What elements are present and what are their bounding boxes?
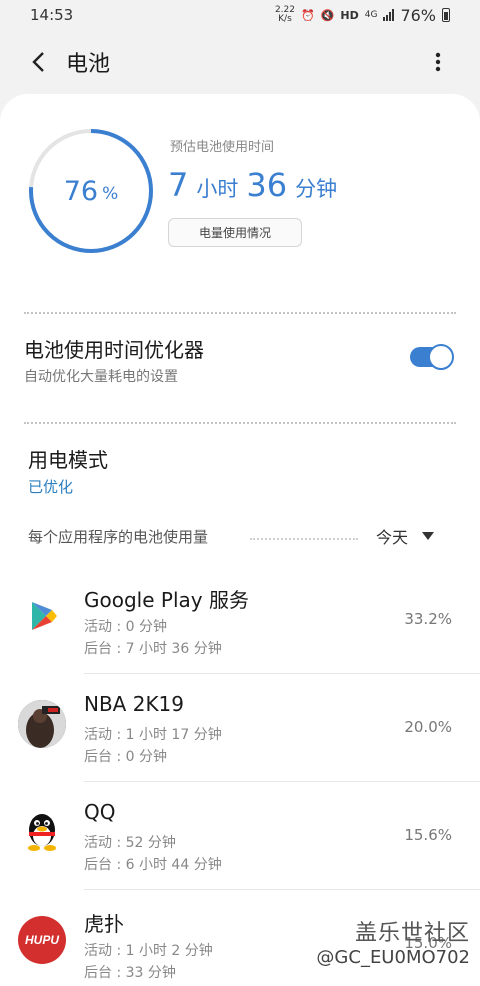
estimate-time: 7 小时 36 分钟: [168, 166, 337, 204]
app-active-time: 活动 : 52 分钟: [84, 835, 176, 851]
back-arrow-icon: [32, 52, 44, 72]
estimate-hours: 7: [168, 166, 189, 204]
hupu-icon-text: HUPU: [24, 933, 59, 947]
network-type: 4G: [364, 10, 378, 20]
status-bar: 14:53 2.22 K/s ⏰ 🔇 HD 4G 76%: [0, 0, 480, 30]
optimizer-title: 电池使用时间优化器: [24, 338, 204, 362]
app-bar: 电池: [0, 36, 480, 88]
watermark-brand: 盖乐世社区: [354, 921, 470, 946]
battery-percent-sign: %: [102, 184, 119, 204]
mute-icon: 🔇: [320, 8, 335, 22]
battery-ring: 76 %: [28, 128, 154, 254]
power-mode-row[interactable]: 用电模式 已优化: [0, 432, 480, 504]
status-time: 14:53: [30, 6, 74, 24]
more-options-button[interactable]: [418, 42, 458, 82]
app-background-time: 后台 : 33 分钟: [84, 965, 176, 981]
estimate-hours-unit: 小时: [196, 177, 239, 201]
app-background-time: 后台 : 7 小时 36 分钟: [84, 641, 222, 657]
battery-card: 76 % 预估电池使用时间 7 小时 36 分钟 电量使用情况 电池使用时间优化…: [0, 94, 480, 986]
app-name: 虎扑: [84, 912, 124, 936]
app-usage-item[interactable]: QQ 活动 : 52 分钟 后台 : 6 小时 44 分钟 15.6%: [0, 782, 480, 890]
toggle-knob: [428, 344, 454, 370]
app-usage-percent: 15.6%: [404, 826, 452, 844]
estimate-minutes-unit: 分钟: [295, 177, 338, 201]
signal-icon: [383, 9, 395, 21]
back-button[interactable]: [18, 42, 58, 82]
app-name: QQ: [84, 800, 116, 824]
app-background-time: 后台 : 0 分钟: [84, 749, 167, 765]
app-active-time: 活动 : 1 小时 2 分钟: [84, 943, 213, 959]
app-active-time: 活动 : 0 分钟: [84, 619, 167, 635]
battery-icon: [442, 8, 450, 22]
app-name: NBA 2K19: [84, 692, 185, 716]
status-battery-percent: 76%: [400, 5, 436, 25]
dropdown-arrow-icon: [422, 532, 435, 540]
watermark: 盖乐世社区 @GC_EU0MO702: [316, 915, 470, 968]
power-mode-title: 用电模式: [28, 448, 108, 472]
divider: [24, 312, 456, 314]
estimate-label: 预估电池使用时间: [170, 140, 275, 155]
watermark-handle: @GC_EU0MO702: [316, 947, 470, 968]
hd-label: HD: [340, 8, 359, 22]
app-usage-item[interactable]: NBA 2K19 活动 : 1 小时 17 分钟 后台 : 0 分钟 20.0%: [0, 674, 480, 782]
divider: [24, 422, 456, 424]
app-active-time: 活动 : 1 小时 17 分钟: [84, 727, 222, 743]
app-usage-percent: 20.0%: [404, 718, 452, 736]
google-play-services-icon: [18, 592, 66, 640]
battery-percent-value: 76: [63, 175, 99, 207]
net-speed: 2.22 K/s: [274, 5, 295, 24]
period-value: 今天: [376, 528, 409, 547]
power-mode-value: 已优化: [28, 478, 74, 496]
qq-penguin-icon: [18, 808, 66, 856]
estimate-minutes: 36: [246, 166, 288, 204]
app-usage-header: 每个应用程序的电池使用量: [28, 528, 209, 546]
nba-2k19-icon: [18, 700, 66, 748]
more-vert-icon: [435, 52, 441, 72]
page-title: 电池: [66, 52, 111, 77]
app-usage-percent: 33.2%: [404, 610, 452, 628]
hupu-icon: HUPU: [18, 916, 66, 964]
optimizer-toggle[interactable]: [410, 344, 454, 370]
app-usage-item[interactable]: Google Play 服务 活动 : 0 分钟 后台 : 7 小时 36 分钟…: [0, 566, 480, 674]
period-dropdown[interactable]: 今天: [376, 524, 435, 548]
app-background-time: 后台 : 6 小时 44 分钟: [84, 857, 222, 873]
optimizer-subtitle: 自动优化大量耗电的设置: [24, 369, 178, 385]
battery-percent-label: 76 %: [28, 128, 154, 254]
alarm-icon: ⏰: [300, 8, 315, 22]
battery-usage-button[interactable]: 电量使用情况: [168, 218, 302, 247]
status-icons: 2.22 K/s ⏰ 🔇 HD 4G 76%: [275, 6, 450, 25]
app-name: Google Play 服务: [84, 588, 249, 612]
divider: [250, 538, 358, 540]
